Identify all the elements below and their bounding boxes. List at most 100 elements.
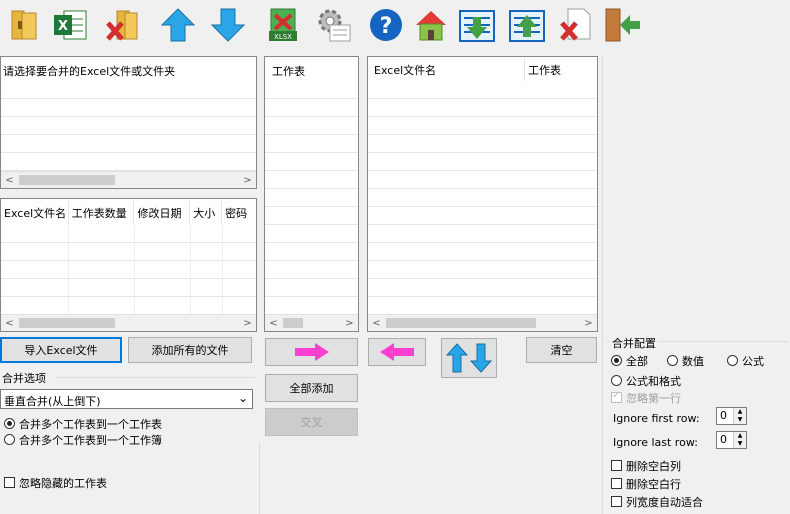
autofit-columns-label: 列宽度自动适合 — [626, 496, 703, 509]
radio-icon — [611, 355, 622, 366]
checkbox-icon — [611, 390, 622, 403]
radio-icon — [611, 375, 622, 386]
export-xlsx-icon[interactable]: XLSX — [263, 4, 303, 46]
scrollbar-thumb[interactable] — [19, 175, 115, 185]
column-header-modified[interactable]: 修改日期 — [134, 201, 191, 224]
checkbox-icon — [4, 477, 15, 488]
merge-to-sheet-label: 合并多个工作表到一个工作表 — [19, 418, 162, 431]
horizontal-scrollbar[interactable]: < > — [265, 314, 358, 331]
formula-format-radio[interactable]: 公式和格式 — [611, 373, 681, 389]
home-icon[interactable] — [411, 4, 451, 46]
merge-config-title: 合并配置 — [610, 335, 658, 351]
svg-text:?: ? — [380, 14, 393, 39]
scroll-right-icon[interactable]: > — [341, 315, 358, 331]
ignore-hidden-checkbox[interactable]: 忽略隐藏的工作表 — [4, 475, 107, 491]
source-list-title: 请选择要合并的Excel文件或文件夹 — [3, 65, 176, 78]
column-header-password[interactable]: 密码 — [222, 201, 256, 224]
ignore-last-row-stepper[interactable]: 0 ▲ ▼ — [716, 431, 747, 449]
clear-button[interactable]: 清空 — [526, 337, 597, 363]
excel-file-icon[interactable]: X — [50, 4, 90, 46]
checkbox-icon — [611, 496, 622, 507]
scrollbar-thumb[interactable] — [19, 318, 115, 328]
horizontal-scrollbar[interactable]: < > — [1, 314, 256, 331]
values-radio[interactable]: 数值 — [667, 353, 704, 369]
ignore-first-row-label: Ignore first row: — [613, 412, 700, 425]
swap-button[interactable]: 交叉 — [265, 408, 358, 436]
move-up-icon[interactable] — [158, 4, 198, 46]
radio-icon — [4, 418, 15, 429]
help-icon[interactable]: ? — [366, 4, 406, 46]
stepper-up-icon[interactable]: ▲ — [734, 432, 746, 440]
column-header-worksheet[interactable]: 工作表 — [272, 63, 305, 79]
scroll-left-icon[interactable]: < — [1, 315, 18, 331]
merge-mode-select[interactable]: 垂直合并(从上倒下) ⌄ — [0, 389, 253, 409]
checkbox-icon — [611, 460, 622, 471]
radio-icon — [667, 355, 678, 366]
exit-icon[interactable] — [602, 4, 642, 46]
delete-empty-rows-label: 删除空白行 — [626, 478, 681, 491]
divider — [602, 56, 603, 514]
column-header-worksheet[interactable]: 工作表 — [525, 58, 597, 81]
arrow-right-icon — [294, 343, 329, 361]
stepper-arrows[interactable]: ▲ ▼ — [733, 432, 746, 448]
move-down-icon[interactable] — [208, 4, 248, 46]
merge-options-title: 合并选项 — [2, 372, 46, 385]
stepper-down-icon[interactable]: ▼ — [734, 440, 746, 448]
all-label: 全部 — [626, 355, 648, 368]
svg-text:XLSX: XLSX — [274, 33, 292, 41]
merge-to-sheet-radio[interactable]: 合并多个工作表到一个工作表 — [4, 416, 162, 432]
divider — [55, 377, 255, 378]
ignore-last-row-label: Ignore last row: — [613, 436, 698, 449]
stepper-value: 0 — [720, 409, 727, 422]
import-list-icon[interactable] — [457, 4, 497, 46]
scroll-right-icon[interactable]: > — [239, 315, 256, 331]
import-excel-button[interactable]: 导入Excel文件 — [0, 337, 122, 363]
scroll-left-icon[interactable]: < — [1, 172, 18, 188]
merge-to-workbook-radio[interactable]: 合并多个工作表到一个工作簿 — [4, 432, 162, 448]
ignore-first-row-checkbox[interactable]: 忽略第一行 — [611, 390, 681, 406]
ignore-first-row-label: 忽略第一行 — [626, 392, 681, 405]
add-all-button[interactable]: 全部添加 — [265, 374, 358, 402]
ignore-first-row-stepper[interactable]: 0 ▲ ▼ — [716, 407, 747, 425]
up-down-arrows-icon — [445, 343, 493, 373]
move-up-button[interactable] — [441, 338, 497, 378]
values-label: 数值 — [682, 355, 704, 368]
radio-icon — [727, 355, 738, 366]
delete-folder-icon[interactable] — [103, 4, 143, 46]
column-header-sheet-count[interactable]: 工作表数量 — [69, 201, 135, 224]
merge-target-list[interactable]: Excel文件名 工作表 < > — [367, 56, 598, 332]
all-radio[interactable]: 全部 — [611, 353, 648, 369]
scrollbar-thumb[interactable] — [283, 318, 303, 328]
horizontal-scrollbar[interactable]: < > — [1, 171, 256, 188]
add-sheet-arrow-button[interactable] — [265, 338, 358, 366]
column-header-size[interactable]: 大小 — [190, 201, 223, 224]
chevron-down-icon: ⌄ — [237, 391, 248, 405]
scrollbar-thumb[interactable] — [386, 318, 536, 328]
delete-file-icon[interactable] — [556, 4, 596, 46]
worksheets-list[interactable]: 工作表 < > — [264, 56, 359, 332]
open-folder-icon[interactable] — [5, 4, 45, 46]
source-folder-list[interactable]: 请选择要合并的Excel文件或文件夹 < > — [0, 56, 257, 189]
stepper-up-icon[interactable]: ▲ — [734, 408, 746, 416]
excel-files-table[interactable]: Excel文件名 工作表数量 修改日期 大小 密码 < > — [0, 198, 257, 332]
autofit-columns-checkbox[interactable]: 列宽度自动适合 — [611, 494, 703, 510]
scroll-left-icon[interactable]: < — [265, 315, 282, 331]
formula-label: 公式 — [742, 355, 764, 368]
scroll-right-icon[interactable]: > — [239, 172, 256, 188]
formula-radio[interactable]: 公式 — [727, 353, 764, 369]
svg-text:X: X — [58, 19, 68, 34]
column-header-filename[interactable]: Excel文件名 — [368, 58, 525, 81]
delete-empty-columns-checkbox[interactable]: 删除空白列 — [611, 458, 681, 474]
scroll-left-icon[interactable]: < — [368, 315, 385, 331]
settings-icon[interactable] — [314, 4, 354, 46]
stepper-down-icon[interactable]: ▼ — [734, 416, 746, 424]
delete-empty-rows-checkbox[interactable]: 删除空白行 — [611, 476, 681, 492]
column-header-filename[interactable]: Excel文件名 — [1, 201, 69, 224]
horizontal-scrollbar[interactable]: < > — [368, 314, 597, 331]
remove-sheet-arrow-button[interactable] — [368, 338, 426, 366]
add-all-files-button[interactable]: 添加所有的文件 — [128, 337, 252, 363]
stepper-arrows[interactable]: ▲ ▼ — [733, 408, 746, 424]
scroll-right-icon[interactable]: > — [580, 315, 597, 331]
export-list-icon[interactable] — [507, 4, 547, 46]
ignore-hidden-label: 忽略隐藏的工作表 — [19, 477, 107, 490]
